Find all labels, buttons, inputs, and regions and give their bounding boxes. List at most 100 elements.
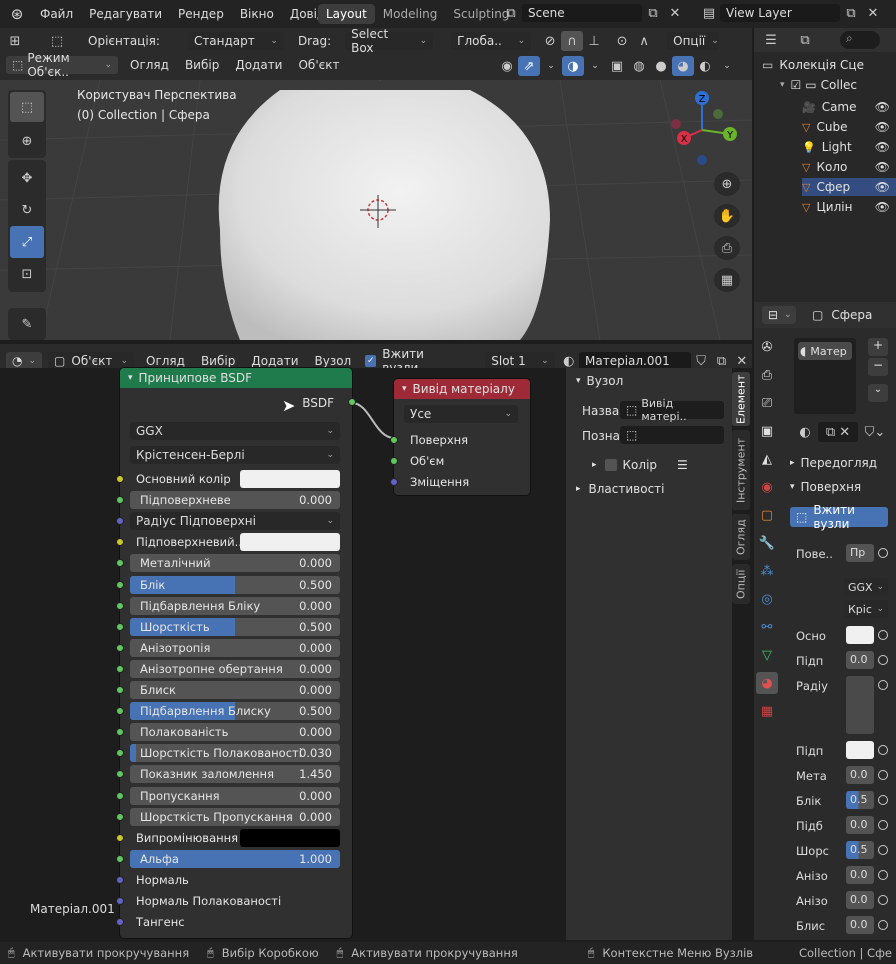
socket-link-icon[interactable] bbox=[878, 745, 888, 755]
viewport-menu-item-0[interactable]: Огляд bbox=[122, 58, 177, 72]
close-icon[interactable]: ✕ bbox=[862, 3, 884, 23]
visibility-icon[interactable]: ◉ bbox=[496, 56, 518, 76]
socket-link-icon[interactable] bbox=[878, 820, 888, 830]
xray-icon[interactable]: ▣ bbox=[606, 56, 628, 76]
viewport-menu-item-1[interactable]: Вибір bbox=[177, 58, 227, 72]
input-socket[interactable] bbox=[116, 622, 124, 631]
socket-link-icon[interactable] bbox=[878, 870, 888, 880]
surface-property-row[interactable]: Анізо 0.0 bbox=[786, 891, 896, 911]
blender-logo-icon[interactable]: ⊛ bbox=[6, 4, 28, 24]
property-field[interactable]: 0.0 bbox=[846, 916, 874, 934]
property-field[interactable]: 0.0 bbox=[846, 816, 874, 834]
input-socket[interactable] bbox=[116, 770, 124, 779]
preview-panel[interactable]: ▸ Передогляд bbox=[790, 456, 877, 470]
link-icon[interactable]: ⛉⌄ bbox=[864, 422, 886, 442]
scene-field[interactable]: Scene bbox=[522, 4, 642, 22]
use-nodes-button[interactable]: ⬚ Вжити вузли bbox=[790, 503, 888, 531]
eye-icon[interactable]: 👁 bbox=[875, 100, 890, 114]
node-menu-item-0[interactable]: Огляд bbox=[138, 354, 193, 368]
falloff-icon[interactable]: ∧ bbox=[633, 31, 655, 51]
bsdf-input-row[interactable]: Показник заломлення 1.450 bbox=[116, 765, 352, 784]
transform-icon[interactable]: ⊡ bbox=[10, 258, 44, 290]
value-slider[interactable]: Шорсткість 0.500 bbox=[130, 617, 340, 636]
overlay-icon[interactable]: ◑ bbox=[562, 56, 584, 76]
socket-link-icon[interactable] bbox=[878, 920, 888, 930]
mode-dropdown[interactable]: ⬚ Режим Об'єк.. ⌄ bbox=[6, 51, 118, 79]
transform-orientation-dropdown[interactable]: Глоба.. ⌄ bbox=[451, 32, 532, 50]
socket-link-icon[interactable] bbox=[878, 630, 888, 640]
property-field[interactable]: 0.5 bbox=[846, 791, 874, 809]
input-dropdown[interactable]: Радіус Підповерхні ⌄ bbox=[130, 512, 340, 531]
sidebar-tab-0[interactable]: Елемент bbox=[732, 372, 750, 426]
transform-tool-icon[interactable]: ⬚ bbox=[46, 31, 68, 51]
camera-icon[interactable]: ⎙ bbox=[714, 236, 740, 260]
bsdf-input-row[interactable]: Підбарвлення Блиску 0.500 bbox=[116, 702, 352, 721]
rotate-icon[interactable]: ↻ bbox=[10, 194, 44, 226]
bsdf-input-row[interactable]: Радіус Підповерхні ⌄ bbox=[116, 512, 352, 531]
bsdf-node-header[interactable]: ▾ Принципове BSDF bbox=[120, 368, 352, 388]
output-node-header[interactable]: ▾ Вивід матеріалу bbox=[394, 379, 530, 399]
color-checkbox[interactable] bbox=[604, 459, 617, 471]
cursor-icon[interactable]: ⊕ bbox=[10, 126, 44, 156]
collection-row[interactable]: ▾ ☑ ▭ Collec bbox=[780, 78, 857, 92]
render-shading-icon[interactable]: ◐ bbox=[694, 56, 716, 76]
input-socket[interactable] bbox=[116, 707, 124, 716]
bsdf-input-row[interactable]: Випромінювання bbox=[116, 828, 352, 847]
surface-property-row[interactable]: Підп 0.0 bbox=[786, 651, 896, 671]
ggx-dropdown[interactable]: GGX ⌄ bbox=[844, 578, 888, 596]
move-icon[interactable]: ✥ bbox=[10, 162, 44, 194]
checkbox-icon[interactable]: ☑ bbox=[791, 78, 802, 92]
input-socket[interactable] bbox=[116, 559, 124, 568]
principled-bsdf-node[interactable]: ▾ Принципове BSDF BSDF GGX ⌄ Крістенсен-Б… bbox=[116, 368, 356, 938]
chevron-down-icon[interactable]: ⌄ bbox=[716, 56, 738, 76]
property-field[interactable]: Пр bbox=[846, 544, 874, 562]
texture-icon[interactable]: ▦ bbox=[756, 700, 778, 722]
surface-property-row[interactable]: Мета 0.0 bbox=[786, 766, 896, 786]
pan-hand-icon[interactable]: ✋ bbox=[714, 204, 740, 228]
scale-icon[interactable]: ⤢ bbox=[10, 226, 44, 258]
input-socket[interactable] bbox=[116, 918, 124, 927]
bsdf-input-row[interactable]: Анізотропне обертання 0.000 bbox=[116, 659, 352, 678]
outliner-search-input[interactable]: ⌕ bbox=[840, 31, 880, 49]
socket-link-icon[interactable] bbox=[878, 845, 888, 855]
node-name-field[interactable]: ⬚ Вивід матері.. bbox=[620, 397, 724, 423]
outliner-item[interactable]: 🎥 Came 👁 bbox=[802, 98, 896, 116]
node-menu-item-2[interactable]: Додати bbox=[243, 354, 306, 368]
output-input-row[interactable]: Поверхня bbox=[390, 431, 530, 449]
socket-link-icon[interactable] bbox=[878, 680, 888, 690]
bsdf-input-row[interactable]: Нормаль bbox=[116, 871, 352, 889]
view-layer-icon[interactable]: ▣ bbox=[756, 420, 778, 442]
value-slider[interactable]: Підбарвлення Бліку 0.000 bbox=[130, 596, 340, 615]
world-icon[interactable]: ◉ bbox=[756, 476, 778, 498]
input-socket[interactable] bbox=[116, 749, 124, 758]
value-slider[interactable]: Показник заломлення 1.450 bbox=[130, 765, 340, 784]
surface-property-row[interactable]: Блис 0.0 bbox=[786, 916, 896, 936]
value-slider[interactable]: Шорсткість Пропускання 0.000 bbox=[130, 807, 340, 826]
workspace-tab-1[interactable]: Modeling bbox=[375, 4, 446, 24]
bsdf-input-row[interactable]: Металічний 0.000 bbox=[116, 554, 352, 573]
color-swatch[interactable] bbox=[240, 470, 340, 488]
property-field[interactable]: 0.5 bbox=[846, 841, 874, 859]
scene-selector[interactable]: ⧉ Scene ⧉ ✕ bbox=[500, 3, 686, 23]
socket-link-icon[interactable] bbox=[878, 895, 888, 905]
chevron-down-icon[interactable]: ⌄ bbox=[584, 56, 606, 76]
surface-panel[interactable]: ▾ Поверхня bbox=[790, 480, 861, 494]
node-editor-canvas[interactable]: ▾ Принципове BSDF BSDF GGX ⌄ Крістенсен-Б… bbox=[0, 368, 566, 940]
value-slider[interactable]: Підповерхневе 0.000 bbox=[130, 491, 340, 510]
chevron-down-icon[interactable]: ⌄ bbox=[868, 384, 888, 402]
eye-icon[interactable]: 👁 bbox=[875, 200, 890, 214]
eye-icon[interactable]: 👁 bbox=[875, 180, 890, 194]
input-socket[interactable] bbox=[116, 897, 124, 905]
menu-item-0[interactable]: Файл bbox=[32, 7, 81, 21]
socket-link-icon[interactable] bbox=[878, 795, 888, 805]
surface-property-row[interactable]: Шорс 0.5 bbox=[786, 841, 896, 861]
node-label-field[interactable]: ⬚ bbox=[620, 426, 724, 444]
slot-remove-icon[interactable]: − bbox=[868, 358, 888, 376]
surface-property-row[interactable]: Блік 0.5 bbox=[786, 791, 896, 811]
input-socket[interactable] bbox=[116, 812, 124, 821]
new-scene-icon[interactable]: ⧉ bbox=[642, 3, 664, 23]
socket-link-icon[interactable] bbox=[878, 770, 888, 780]
node-menu-item-1[interactable]: Вибір bbox=[193, 354, 243, 368]
new-view-layer-icon[interactable]: ⧉ bbox=[840, 3, 862, 23]
input-socket[interactable] bbox=[116, 728, 124, 737]
